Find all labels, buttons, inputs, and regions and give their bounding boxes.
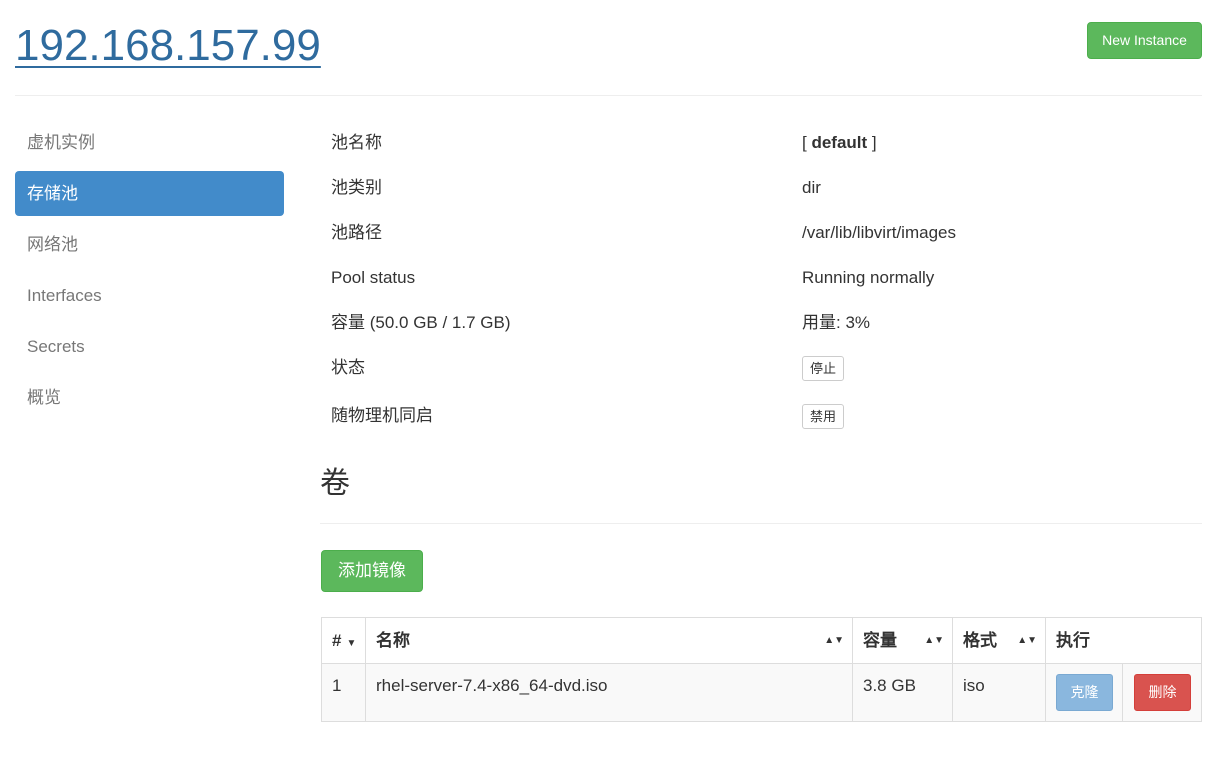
sidebar-item-storage-pools[interactable]: 存储池	[15, 171, 284, 216]
pool-name-text: default	[811, 133, 868, 152]
pool-type-row: 池类别 dir	[331, 165, 1201, 210]
pool-type-label: 池类别	[331, 178, 382, 197]
column-header-format[interactable]: 格式 ▲▼	[953, 618, 1046, 664]
pool-type-value: dir	[802, 178, 821, 197]
sidebar-nav: 虚机实例 存储池 网络池 Interfaces Secrets 概览	[15, 120, 284, 426]
pool-state-row: 状态 停止	[331, 345, 1201, 393]
header-divider	[15, 95, 1202, 96]
pool-autostart-row: 随物理机同启 禁用	[331, 393, 1201, 441]
pool-path-label: 池路径	[331, 223, 382, 242]
column-header-action: 执行	[1046, 618, 1201, 664]
sort-icon: ▲▼	[824, 635, 844, 646]
sort-desc-icon: ▼	[346, 638, 357, 649]
pool-usage-value: 用量: 3%	[802, 313, 871, 332]
sidebar-item-interfaces[interactable]: Interfaces	[15, 273, 284, 318]
delete-button[interactable]: 删除	[1134, 674, 1191, 711]
column-header-name[interactable]: 名称 ▲▼	[366, 618, 853, 664]
volumes-divider	[320, 523, 1202, 524]
pool-status-row: Pool status Running normally	[331, 255, 1201, 300]
host-title-link[interactable]: 192.168.157.99	[15, 18, 321, 74]
pool-name-row: 池名称 [ default ]	[331, 120, 1201, 165]
volumes-table: # ▼ 名称 ▲▼ 容量 ▲▼ 格式 ▲▼ 执行 1 rhel-server-7.4-x…	[321, 617, 1202, 722]
column-header-name-label: 名称	[376, 631, 410, 650]
column-header-size[interactable]: 容量 ▲▼	[853, 618, 953, 664]
add-image-button[interactable]: 添加镜像	[321, 550, 423, 592]
pool-status-label: Pool status	[331, 268, 416, 287]
action-divider	[1122, 664, 1123, 721]
sidebar-item-instances[interactable]: 虚机实例	[15, 120, 284, 165]
pool-name-value: [ default ]	[802, 120, 877, 165]
pool-status-value: Running normally	[802, 268, 935, 287]
pool-path-value: /var/lib/libvirt/images	[802, 223, 956, 242]
sort-icon: ▲▼	[1017, 635, 1037, 646]
sort-icon: ▲▼	[924, 635, 944, 646]
row-format-cell: iso	[953, 664, 1046, 721]
pool-autostart-label: 随物理机同启	[331, 406, 433, 425]
pool-path-row: 池路径 /var/lib/libvirt/images	[331, 210, 1201, 255]
sidebar-item-networks[interactable]: 网络池	[15, 222, 284, 267]
column-header-index[interactable]: # ▼	[322, 618, 366, 664]
pool-capacity-row: 容量 (50.0 GB / 1.7 GB) 用量: 3%	[331, 300, 1201, 345]
pool-name-suffix: ]	[867, 133, 877, 152]
stop-pool-button[interactable]: 停止	[802, 356, 845, 381]
column-header-index-label: #	[332, 631, 342, 650]
volumes-heading: 卷	[320, 467, 350, 500]
row-index-cell: 1	[322, 664, 366, 721]
new-instance-button[interactable]: New Instance	[1087, 22, 1202, 59]
column-header-size-label: 容量	[863, 631, 897, 650]
pool-name-label: 池名称	[331, 133, 382, 152]
disable-autostart-button[interactable]: 禁用	[802, 404, 845, 429]
column-header-format-label: 格式	[963, 631, 997, 650]
row-size-cell: 3.8 GB	[853, 664, 953, 721]
pool-capacity-label: 容量 (50.0 GB / 1.7 GB)	[331, 313, 511, 332]
sidebar-item-secrets[interactable]: Secrets	[15, 324, 284, 369]
sidebar-item-overview[interactable]: 概览	[15, 375, 284, 420]
pool-state-label: 状态	[331, 358, 365, 377]
pool-info: 池名称 [ default ] 池类别 dir 池路径 /var/lib/lib…	[331, 120, 1201, 441]
row-action-cell: 克隆 删除	[1046, 664, 1201, 721]
clone-button[interactable]: 克隆	[1056, 674, 1113, 711]
row-name-cell: rhel-server-7.4-x86_64-dvd.iso	[366, 664, 853, 721]
